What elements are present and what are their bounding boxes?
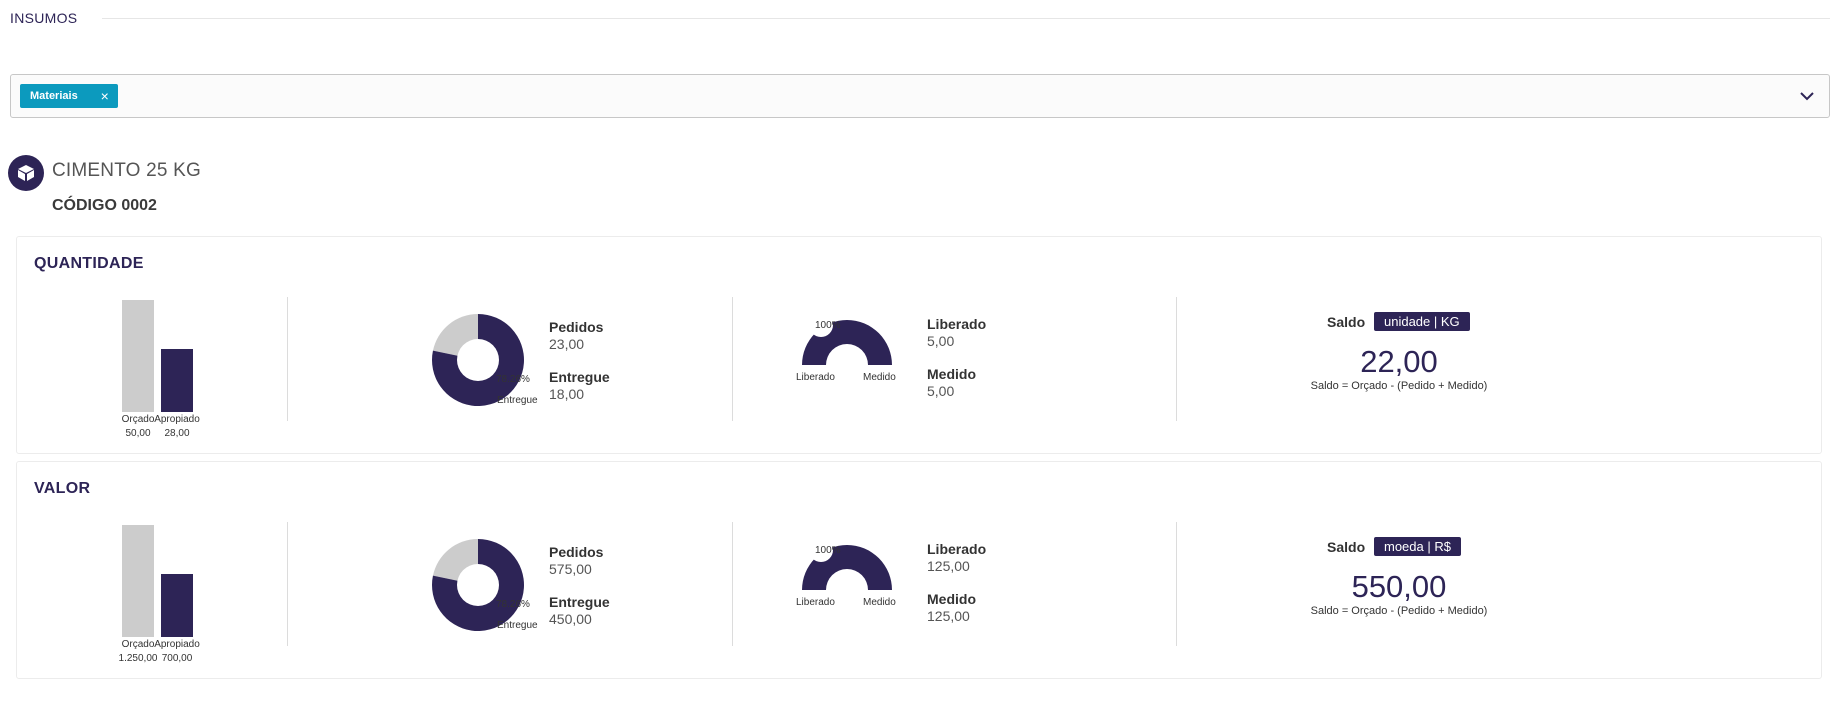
gauge-right-label: Medido — [863, 597, 896, 608]
liberado-label: Liberado — [927, 541, 987, 557]
section-title: INSUMOS — [10, 10, 78, 26]
donut-hole — [457, 339, 499, 381]
column-divider — [732, 297, 733, 421]
saldo-label: Saldo — [1327, 539, 1366, 555]
liberado-value: 5,00 — [927, 333, 955, 349]
chip-label: Materiais — [30, 90, 78, 102]
column-divider — [287, 522, 288, 646]
bar-apropiado — [161, 574, 193, 637]
liberado-value: 125,00 — [927, 558, 970, 574]
item-name: CIMENTO 25 KG — [52, 160, 202, 181]
chevron-down-icon[interactable] — [1799, 88, 1815, 104]
filter-chip-materiais: Materiais × — [20, 84, 118, 108]
chip-close-icon[interactable]: × — [92, 88, 118, 104]
column-divider — [287, 297, 288, 421]
gauge-percent: 100% — [815, 320, 841, 331]
category-multiselect[interactable]: Materiais × — [10, 74, 1830, 118]
saldo-value: 22,00 — [1360, 344, 1438, 379]
section-divider — [102, 18, 1830, 19]
bar-label-apropiado: Apropiado — [154, 639, 200, 650]
card-title: VALOR — [34, 480, 91, 497]
saldo-formula: Saldo = Orçado - (Pedido + Medido) — [1310, 605, 1488, 617]
donut-caption: Entregue — [497, 395, 538, 406]
card-title: QUANTIDADE — [34, 255, 144, 272]
donut-percent: 78.26% — [496, 374, 530, 385]
entregue-label: Entregue — [549, 594, 610, 610]
item-code: CÓDIGO 0002 — [52, 197, 157, 214]
card-valor: VALOR Orçado 1.250,00 Apropiado 700,00 78.26%… — [16, 461, 1822, 679]
entregue-value: 450,00 — [549, 611, 592, 627]
saldo-label: Saldo — [1327, 314, 1366, 330]
donut-percent: 78.26% — [496, 599, 530, 610]
medido-label: Medido — [927, 591, 976, 607]
bar-orcado — [122, 300, 154, 412]
gauge-chart — [802, 538, 892, 590]
donut-caption: Entregue — [497, 620, 538, 631]
saldo-unit-badge: moeda | R$ — [1374, 537, 1461, 556]
entregue-value: 18,00 — [549, 386, 585, 402]
medido-value: 5,00 — [927, 383, 955, 399]
saldo-value: 550,00 — [1351, 569, 1447, 604]
column-divider — [1176, 522, 1177, 646]
entregue-label: Entregue — [549, 369, 610, 385]
item-header: CIMENTO 25 KG CÓDIGO 0002 — [8, 155, 408, 225]
pedidos-label: Pedidos — [549, 544, 604, 560]
box-icon — [8, 155, 44, 191]
liberado-label: Liberado — [927, 316, 987, 332]
pedidos-value: 575,00 — [549, 561, 592, 577]
card-quantidade: QUANTIDADE Orçado 50,00 Apropiado 28,00 78.26… — [16, 236, 1822, 454]
column-divider — [1176, 297, 1177, 421]
bar-value-apropiado: 700,00 — [161, 653, 193, 664]
bar-label-apropiado: Apropiado — [154, 414, 200, 425]
bar-value-apropiado: 28,00 — [164, 428, 190, 439]
medido-value: 125,00 — [927, 608, 970, 624]
column-divider — [732, 522, 733, 646]
gauge-percent: 100% — [815, 545, 841, 556]
gauge-chart — [802, 313, 892, 365]
saldo-formula: Saldo = Orçado - (Pedido + Medido) — [1310, 380, 1488, 392]
medido-label: Medido — [927, 366, 976, 382]
gauge-left-label: Liberado — [796, 597, 835, 608]
gauge-left-label: Liberado — [796, 372, 835, 383]
gauge-right-label: Medido — [863, 372, 896, 383]
bar-orcado — [122, 525, 154, 637]
saldo-unit-badge: unidade | KG — [1374, 312, 1470, 331]
section-header: INSUMOS — [10, 10, 1830, 28]
pedidos-label: Pedidos — [549, 319, 604, 335]
donut-hole — [457, 564, 499, 606]
pedidos-value: 23,00 — [549, 336, 585, 352]
bar-apropiado — [161, 349, 193, 412]
